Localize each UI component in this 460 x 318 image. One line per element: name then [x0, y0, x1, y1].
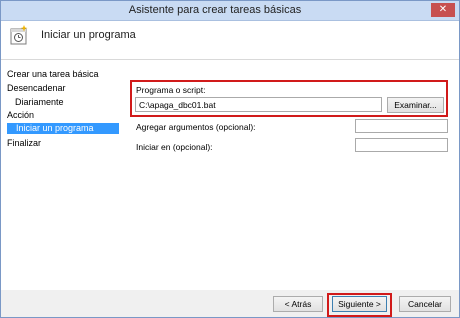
- wizard-steps-sidebar: Crear una tarea básica Desencadenar Diar…: [1, 60, 119, 317]
- step-iniciar-programa[interactable]: Iniciar un programa: [7, 123, 119, 134]
- program-label: Programa o script:: [136, 85, 206, 95]
- window-title: Asistente para crear tareas básicas: [128, 4, 302, 16]
- step-accion[interactable]: Acción: [7, 110, 34, 120]
- arguments-label: Agregar argumentos (opcional):: [136, 122, 256, 132]
- wizard-header: Iniciar un programa: [1, 21, 459, 60]
- cancel-button[interactable]: Cancelar: [399, 296, 451, 312]
- title-bar: Asistente para crear tareas básicas ✕: [1, 1, 459, 21]
- next-button[interactable]: Siguiente >: [332, 296, 387, 312]
- back-button[interactable]: < Atrás: [273, 296, 323, 312]
- program-input[interactable]: C:\apaga_dbc01.bat: [135, 97, 382, 112]
- close-icon: ✕: [438, 4, 448, 15]
- wizard-content: Programa o script: C:\apaga_dbc01.bat Ex…: [119, 60, 459, 290]
- step-finalizar[interactable]: Finalizar: [7, 138, 41, 148]
- task-scheduler-icon: [10, 25, 28, 45]
- arguments-input[interactable]: [355, 119, 448, 133]
- start-in-input[interactable]: [355, 138, 448, 152]
- browse-button[interactable]: Examinar...: [387, 97, 444, 113]
- step-diariamente[interactable]: Diariamente: [15, 97, 64, 107]
- start-in-label: Iniciar en (opcional):: [136, 142, 213, 152]
- page-title: Iniciar un programa: [41, 29, 136, 41]
- step-desencadenar[interactable]: Desencadenar: [7, 83, 66, 93]
- close-button[interactable]: ✕: [431, 3, 455, 17]
- wizard-window: Asistente para crear tareas básicas ✕ In…: [0, 0, 460, 318]
- step-crear-tarea[interactable]: Crear una tarea básica: [7, 69, 99, 79]
- wizard-footer: < Atrás Siguiente > Cancelar: [1, 290, 459, 317]
